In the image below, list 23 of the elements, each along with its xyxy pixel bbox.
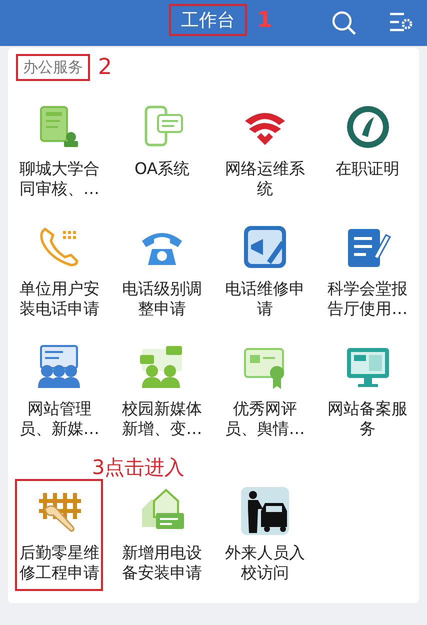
service-item[interactable]: 单位用户安装电话申请 (15, 215, 104, 327)
service-item[interactable]: 电话级别调整申请 (118, 215, 206, 327)
person-car-icon (240, 487, 289, 535)
service-item[interactable]: 网络运维系统 (220, 95, 309, 207)
service-item[interactable]: 科学会堂报告厅使用… (324, 215, 412, 327)
service-item[interactable]: 网站管理员、新媒… (15, 335, 104, 447)
annotation-text: 3点击进入 (92, 455, 185, 479)
service-item[interactable]: 校园新媒体新增、变… (118, 335, 206, 447)
service-item[interactable]: 电话维修申请 (220, 215, 309, 327)
page-title: 工作台 (169, 4, 247, 36)
service-item[interactable]: 聊城大学合同审核、… (15, 95, 104, 207)
annotation-number: 2 (98, 55, 112, 80)
service-item[interactable]: OA系统 (118, 95, 206, 207)
service-item[interactable]: 新增用电设备安装申请 (118, 479, 206, 591)
annotation-number: 1 (257, 8, 272, 32)
service-item[interactable]: 在职证明 (324, 95, 412, 207)
settings-icon[interactable] (388, 10, 414, 34)
service-item[interactable]: 外来人员入校访问 (220, 479, 309, 591)
search-icon[interactable] (331, 10, 357, 36)
service-item[interactable]: 网站备案服务 (324, 335, 412, 447)
section-title: 办公服务 (16, 54, 90, 81)
service-item[interactable]: 优秀网评员、舆情… (220, 335, 309, 447)
service-item[interactable]: 后勤零星维修工程申请 (15, 479, 104, 591)
